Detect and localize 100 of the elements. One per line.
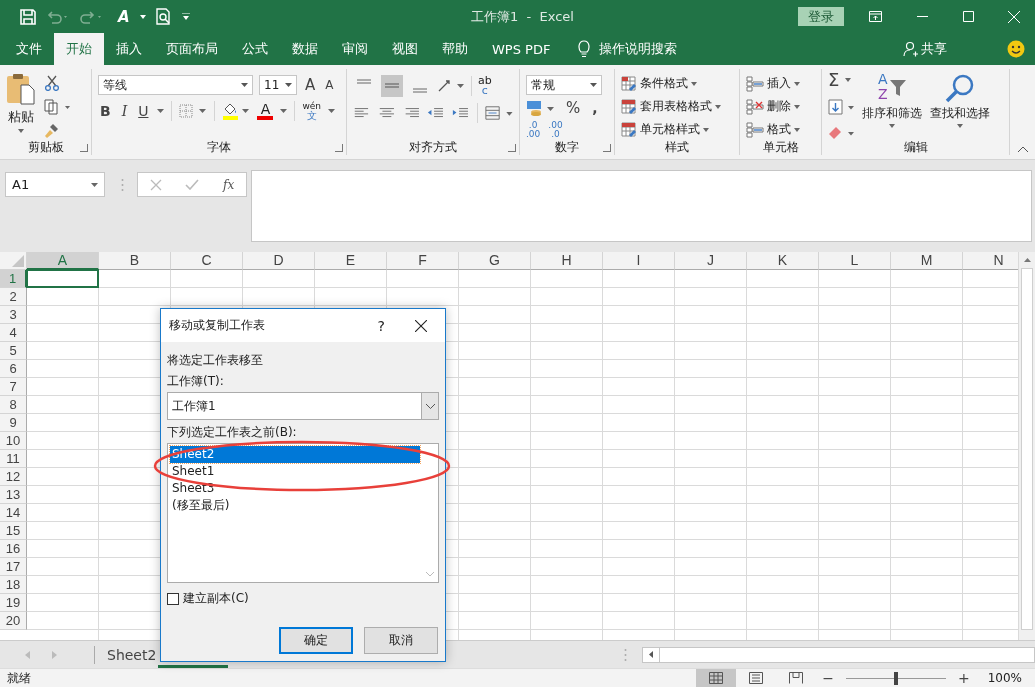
row-header[interactable]: 15 xyxy=(0,522,27,540)
dialog-launcher-icon[interactable] xyxy=(80,144,88,152)
autosum-button[interactable]: Σ xyxy=(828,71,854,89)
smiley-icon[interactable] xyxy=(1007,40,1025,58)
column-header[interactable]: I xyxy=(603,252,675,270)
row-header[interactable]: 3 xyxy=(0,306,27,324)
italic-button[interactable]: I xyxy=(119,103,130,119)
comma-button[interactable]: , xyxy=(590,100,600,116)
collapse-ribbon-icon[interactable] xyxy=(1017,146,1029,153)
insert-function-button[interactable]: fx xyxy=(223,177,235,192)
row-header[interactable]: 17 xyxy=(0,558,27,576)
list-item[interactable]: (移至最后) xyxy=(170,497,420,514)
column-header[interactable]: M xyxy=(891,252,963,270)
print-preview-icon[interactable] xyxy=(155,8,172,25)
dialog-launcher-icon[interactable] xyxy=(508,144,516,152)
align-left-icon[interactable] xyxy=(353,106,371,120)
help-button[interactable]: ? xyxy=(377,317,385,334)
ribbon-tab[interactable]: 文件 xyxy=(4,33,54,65)
formula-input[interactable] xyxy=(251,170,1032,242)
list-item[interactable]: Sheet3 xyxy=(170,480,420,497)
row-header[interactable]: 4 xyxy=(0,324,27,342)
workbook-dropdown[interactable]: 工作簿1 xyxy=(167,392,439,420)
row-header[interactable]: 8 xyxy=(0,396,27,414)
increase-indent-icon[interactable] xyxy=(452,106,470,120)
merge-cells-icon[interactable] xyxy=(484,105,514,121)
styles-menu-button[interactable]: 套用表格格式 xyxy=(621,98,733,115)
horizontal-scrollbar[interactable] xyxy=(642,646,1035,663)
normal-view-button[interactable] xyxy=(696,669,737,687)
row-header[interactable]: 13 xyxy=(0,486,27,504)
scroll-up-icon[interactable] xyxy=(1023,258,1031,262)
checkbox[interactable] xyxy=(167,592,179,605)
row-header[interactable]: 10 xyxy=(0,432,27,450)
dialog-launcher-icon[interactable] xyxy=(335,144,343,152)
zoom-level[interactable]: 100% xyxy=(987,671,1022,685)
borders-icon[interactable] xyxy=(179,104,208,118)
column-header[interactable]: L xyxy=(819,252,891,270)
column-header[interactable]: E xyxy=(315,252,387,270)
row-header[interactable]: 19 xyxy=(0,594,27,612)
dialog-launcher-icon[interactable] xyxy=(603,144,611,152)
decrease-indent-icon[interactable] xyxy=(427,106,445,120)
row-header[interactable]: 14 xyxy=(0,504,27,522)
caret-icon[interactable] xyxy=(139,14,146,19)
active-cell[interactable] xyxy=(26,269,99,288)
font-glyph-button[interactable]: A xyxy=(118,7,130,26)
wrap-text-button[interactable]: ab c xyxy=(478,76,492,96)
ribbon-tab[interactable]: 公式 xyxy=(230,33,280,65)
currency-icon[interactable] xyxy=(526,100,556,116)
sheet-tab[interactable]: Sheet2 xyxy=(95,641,157,668)
copy-icon[interactable] xyxy=(44,99,70,115)
zoom-out-button[interactable]: − xyxy=(822,670,834,686)
row-header[interactable]: 12 xyxy=(0,468,27,486)
row-header[interactable]: 2 xyxy=(0,288,27,306)
styles-menu-button[interactable]: 条件格式 xyxy=(621,75,733,92)
column-header[interactable]: A xyxy=(27,252,99,270)
column-header[interactable]: C xyxy=(171,252,243,270)
row-header[interactable]: 11 xyxy=(0,450,27,468)
format-painter-icon[interactable] xyxy=(44,123,60,139)
row-header[interactable]: 20 xyxy=(0,612,27,630)
increase-decimal-button[interactable]: .0 .00 xyxy=(526,121,541,139)
customize-caret-icon[interactable] xyxy=(181,13,190,20)
cancel-button[interactable]: 取消 xyxy=(364,627,438,654)
paste-button[interactable]: 粘贴 xyxy=(6,69,36,139)
number-format-field[interactable]: 常规 xyxy=(526,75,602,95)
save-icon[interactable] xyxy=(20,8,36,25)
fill-down-icon[interactable] xyxy=(828,99,854,115)
ok-button[interactable]: 确定 xyxy=(279,627,353,654)
tell-me-search[interactable]: 操作说明搜索 xyxy=(599,40,678,58)
maximize-icon[interactable] xyxy=(963,11,974,22)
ribbon-tab[interactable]: 帮助 xyxy=(430,33,480,65)
redo-icon[interactable] xyxy=(80,9,104,24)
column-header[interactable]: D xyxy=(243,252,315,270)
styles-menu-button[interactable]: 单元格样式 xyxy=(621,121,733,138)
zoom-in-button[interactable]: + xyxy=(957,670,970,686)
list-item[interactable]: Sheet1 xyxy=(170,463,420,480)
cells-menu-button[interactable]: 删除 xyxy=(746,98,815,115)
decrease-decimal-button[interactable]: .00 .0 xyxy=(548,121,563,139)
ribbon-display-icon[interactable] xyxy=(869,11,882,22)
grip-icon[interactable] xyxy=(121,178,124,192)
bold-button[interactable]: B xyxy=(98,103,113,119)
ribbon-tab[interactable]: WPS PDF xyxy=(480,33,563,65)
font-size-field[interactable]: 11 xyxy=(259,75,297,95)
scroll-left-icon[interactable] xyxy=(649,651,653,658)
column-header[interactable]: H xyxy=(531,252,603,270)
checkbox-label[interactable]: 建立副本(C) xyxy=(183,590,249,607)
fill-color-icon[interactable] xyxy=(222,102,251,120)
ribbon-tab[interactable]: 插入 xyxy=(104,33,154,65)
share-button[interactable]: 共享 xyxy=(921,40,947,58)
ribbon-tab[interactable]: 数据 xyxy=(280,33,330,65)
row-header[interactable]: 5 xyxy=(0,342,27,360)
column-header[interactable]: N xyxy=(963,252,1018,270)
grip-icon[interactable] xyxy=(624,647,627,662)
row-header[interactable]: 16 xyxy=(0,540,27,558)
caret-icon[interactable] xyxy=(328,109,336,113)
undo-icon[interactable] xyxy=(46,9,70,24)
ribbon-tab[interactable]: 页面布局 xyxy=(154,33,230,65)
find-select-button[interactable]: 查找和选择 xyxy=(930,69,990,139)
sort-filter-button[interactable]: A Z 排序和筛选 xyxy=(862,69,922,139)
column-header[interactable]: J xyxy=(675,252,747,270)
checkmark-icon[interactable] xyxy=(185,179,200,190)
font-color-button[interactable]: A xyxy=(257,102,274,120)
